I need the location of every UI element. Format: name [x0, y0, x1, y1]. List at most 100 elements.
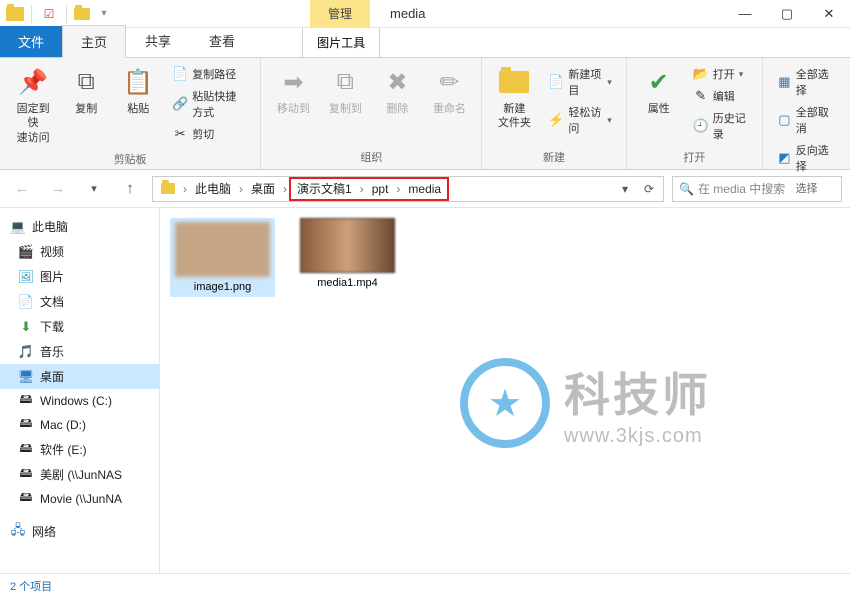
sidebar-item-documents[interactable]: 📄文档 [0, 289, 159, 314]
paste-button[interactable]: 📋 粘贴 [114, 62, 162, 149]
quick-access-toolbar: ▾ [0, 4, 120, 24]
edit-icon: ✎ [693, 88, 709, 104]
select-none-icon: ▢ [777, 112, 792, 128]
chevron-right-icon[interactable] [281, 182, 289, 196]
file-list[interactable]: image1.png media1.mp4 ★ 科技师 www.3kjs.com [160, 208, 850, 573]
chevron-right-icon[interactable] [181, 182, 189, 196]
select-none-button[interactable]: ▢全部取消 [775, 102, 838, 138]
group-label: 组织 [269, 147, 473, 167]
edit-button[interactable]: ✎编辑 [691, 86, 750, 106]
pin-button[interactable]: 📌 固定到快 速访问 [8, 62, 58, 149]
documents-icon: 📄 [18, 294, 34, 310]
sidebar-item-network[interactable]: 🖧网络 [0, 519, 159, 544]
nav-back-button[interactable]: ← [8, 175, 36, 203]
move-to-button[interactable]: ➡ 移动到 [269, 62, 317, 147]
star-icon: ★ [488, 381, 522, 426]
drive-icon: 🖴 [18, 393, 34, 409]
view-tab[interactable]: 查看 [190, 24, 254, 57]
select-invert-button[interactable]: ◩反向选择 [775, 140, 838, 176]
history-button[interactable]: 🕘历史记录 [691, 108, 750, 144]
sidebar-item-pictures[interactable]: 🖼图片 [0, 264, 159, 289]
select-all-button[interactable]: ▦全部选择 [775, 64, 838, 100]
status-bar: 2 个项目 [0, 573, 850, 597]
window-controls: — ▢ ✕ [724, 0, 850, 28]
breadcrumb-folder3[interactable]: media [402, 179, 447, 199]
copy-to-button[interactable]: ⧉ 复制到 [321, 62, 369, 147]
sidebar-item-video[interactable]: 🎬视频 [0, 239, 159, 264]
sidebar-item-drive-d[interactable]: 🖴Mac (D:) [0, 413, 159, 437]
address-bar[interactable]: 此电脑 桌面 演示文稿1 ppt media ▾ ⟳ [152, 176, 664, 202]
group-label: 打开 [635, 147, 754, 167]
separator [66, 5, 67, 23]
select-invert-icon: ◩ [777, 150, 792, 166]
sidebar-item-drive-e[interactable]: 🖴软件 (E:) [0, 437, 159, 462]
network-icon: 🖧 [10, 524, 26, 540]
item-count: 2 个项目 [10, 578, 52, 594]
minimize-button[interactable]: — [724, 0, 766, 28]
breadcrumb-this-pc[interactable]: 此电脑 [189, 177, 237, 201]
picture-tools-tab[interactable]: 图片工具 [302, 28, 380, 58]
separator [31, 5, 32, 23]
sidebar-item-downloads[interactable]: ⬇下载 [0, 314, 159, 339]
nav-forward-button[interactable]: → [44, 175, 72, 203]
file-item-image1[interactable]: image1.png [170, 218, 275, 297]
paste-shortcut-button[interactable]: 🔗粘贴快捷方式 [170, 86, 248, 122]
chevron-right-icon[interactable] [237, 182, 245, 196]
properties-button[interactable]: ✔ 属性 [635, 62, 683, 147]
ribbon-group-open: ✔ 属性 📂打开▾ ✎编辑 🕘历史记录 打开 [627, 58, 763, 169]
search-input[interactable]: 🔍 在 media 中搜索 [672, 176, 842, 202]
qat-properties-icon[interactable] [39, 4, 59, 24]
file-tab[interactable]: 文件 [0, 26, 62, 57]
sidebar-item-desktop[interactable]: 🖥桌面 [0, 364, 159, 389]
ribbon-group-organize: ➡ 移动到 ⧉ 复制到 ✖ 删除 ✏ 重命名 组织 [261, 58, 482, 169]
share-tab[interactable]: 共享 [126, 24, 190, 57]
main-area: 💻此电脑 🎬视频 🖼图片 📄文档 ⬇下载 🎵音乐 🖥桌面 🖴Windows (C… [0, 208, 850, 573]
qat-dropdown-icon[interactable]: ▾ [94, 4, 114, 24]
sidebar-item-music[interactable]: 🎵音乐 [0, 339, 159, 364]
contextual-tab-header: 管理 [310, 0, 370, 28]
select-all-icon: ▦ [777, 74, 792, 90]
nav-recent-button[interactable]: ▾ [80, 175, 108, 203]
properties-icon: ✔ [643, 66, 675, 98]
new-folder-button[interactable]: 新建 文件夹 [490, 62, 538, 147]
navigation-pane[interactable]: 💻此电脑 🎬视频 🖼图片 📄文档 ⬇下载 🎵音乐 🖥桌面 🖴Windows (C… [0, 208, 160, 573]
sidebar-item-this-pc[interactable]: 💻此电脑 [0, 214, 159, 239]
drive-icon: 🖴 [18, 442, 34, 458]
maximize-button[interactable]: ▢ [766, 0, 808, 28]
pc-icon: 💻 [10, 219, 26, 235]
home-tab[interactable]: 主页 [62, 25, 126, 58]
sidebar-item-network-drive-tv[interactable]: 🖴美剧 (\\JunNAS [0, 462, 159, 487]
new-item-button[interactable]: 📄新建项目▾ [546, 64, 613, 100]
delete-button[interactable]: ✖ 删除 [373, 62, 421, 147]
address-dropdown-icon[interactable]: ▾ [613, 177, 637, 201]
sidebar-item-network-drive-movie[interactable]: 🖴Movie (\\JunNA [0, 487, 159, 511]
breadcrumb-desktop[interactable]: 桌面 [245, 177, 281, 201]
easy-access-button[interactable]: ⚡轻松访问▾ [546, 102, 613, 138]
open-button[interactable]: 📂打开▾ [691, 64, 750, 84]
copy-path-button[interactable]: 📄复制路径 [170, 64, 248, 84]
watermark-text: 科技师 www.3kjs.com [564, 359, 711, 448]
folder-icon[interactable] [74, 8, 90, 20]
pin-icon: 📌 [17, 66, 49, 98]
close-button[interactable]: ✕ [808, 0, 850, 28]
file-name: media1.mp4 [317, 277, 378, 289]
network-drive-icon: 🖴 [18, 467, 34, 483]
shortcut-icon: 🔗 [172, 96, 188, 112]
copy-icon: ⧉ [70, 66, 102, 98]
breadcrumb-folder1[interactable]: 演示文稿1 [291, 179, 358, 199]
watermark: ★ 科技师 www.3kjs.com [460, 358, 711, 448]
refresh-icon[interactable]: ⟳ [637, 177, 661, 201]
breadcrumb-icon[interactable] [155, 177, 181, 201]
copyto-icon: ⧉ [329, 66, 361, 98]
easy-access-icon: ⚡ [548, 112, 564, 128]
rename-button[interactable]: ✏ 重命名 [425, 62, 473, 147]
chevron-right-icon[interactable] [358, 182, 366, 196]
breadcrumb-folder2[interactable]: ppt [366, 179, 395, 199]
folder-icon [6, 7, 24, 21]
cut-button[interactable]: ✂剪切 [170, 124, 248, 144]
copy-button[interactable]: ⧉ 复制 [62, 62, 110, 149]
sidebar-item-drive-c[interactable]: 🖴Windows (C:) [0, 389, 159, 413]
nav-up-button[interactable]: ↑ [116, 175, 144, 203]
file-item-media1[interactable]: media1.mp4 [295, 218, 400, 289]
chevron-right-icon[interactable] [394, 182, 402, 196]
